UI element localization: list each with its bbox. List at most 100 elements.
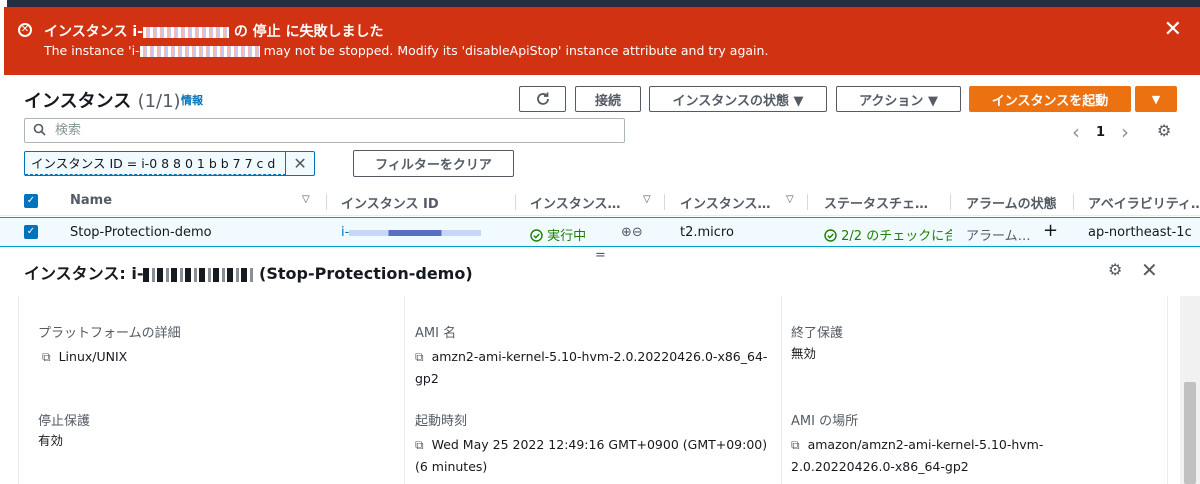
instance-id-prefix: i- <box>341 225 350 240</box>
search-box[interactable] <box>24 118 625 143</box>
platform-details-label: プラットフォームの詳細 <box>38 326 181 341</box>
launch-time-text: Wed May 25 2022 12:49:16 GMT+0900 (GMT+0… <box>415 437 768 474</box>
close-icon[interactable]: ✕ <box>1164 19 1182 41</box>
instance-state-button[interactable]: インスタンスの状態 ▼ <box>649 86 827 112</box>
detail-title-suffix: (Stop-Protection-demo) <box>259 264 473 283</box>
error-alert: ✕ インスタンス i- の 停止 に失敗しました The instance 'i… <box>4 7 1200 75</box>
column-separator[interactable] <box>664 194 665 210</box>
refresh-icon <box>536 92 549 105</box>
ami-name-value: ⧉ amzn2-ami-kernel-5.10-hvm-2.0.20220426.… <box>415 346 775 390</box>
cell-availability-zone: ap-northeast-1c <box>1088 225 1192 240</box>
remove-filter-icon[interactable]: ✕ <box>286 154 314 173</box>
platform-details-text: Linux/UNIX <box>58 349 128 364</box>
launch-time-value: ⧉ Wed May 25 2022 12:49:16 GMT+0900 (GMT+… <box>415 434 775 478</box>
state-text: 実行中 <box>547 229 587 244</box>
next-page-button[interactable]: › <box>1121 120 1129 144</box>
column-separator[interactable] <box>1073 194 1074 210</box>
column-separator[interactable] <box>807 194 808 210</box>
cell-instance-state: 実行中 <box>530 225 586 244</box>
ami-name-label: AMI 名 <box>415 326 457 341</box>
filter-token-text: インスタンス ID = i-0 8 8 0 1 b b 7 7 c d <box>25 152 287 175</box>
stop-protection-label: 停止保護 <box>38 414 91 429</box>
page-title-text: インスタンス <box>24 91 132 112</box>
column-header-alarm-status[interactable]: アラームの状態 <box>966 193 1057 212</box>
filter-token[interactable]: インスタンス ID = i-0 8 8 0 1 b b 7 7 c d ✕ <box>24 151 315 176</box>
close-icon[interactable]: ✕ <box>1141 258 1158 282</box>
redacted-instance-id <box>349 229 482 236</box>
alert-title-suffix: の 停止 に失敗しました <box>233 24 384 40</box>
stop-protection-value: 有効 <box>38 433 64 448</box>
launch-instances-button[interactable]: インスタンスを起動 <box>969 86 1131 112</box>
alert-title-prefix: インスタンス i- <box>44 24 143 40</box>
zoom-icons: ⊕⊖ <box>621 225 643 240</box>
detail-settings-gear-icon[interactable]: ⚙ <box>1108 260 1122 279</box>
detail-title-prefix: インスタンス: i- <box>24 264 144 283</box>
prev-page-button[interactable]: ‹ <box>1072 120 1080 144</box>
table-row[interactable]: ✓ Stop-Protection-demo i- 実行中 ⊕⊖ t2.micr… <box>0 217 1200 247</box>
column-header-instance-id[interactable]: インスタンス ID <box>341 193 439 212</box>
instance-count: (1/1) <box>137 91 181 112</box>
actions-button[interactable]: アクション ▼ <box>836 86 961 112</box>
copy-icon[interactable]: ⧉ <box>791 434 800 456</box>
running-icon <box>530 229 547 244</box>
column-separator[interactable] <box>950 194 951 210</box>
copy-icon[interactable]: ⧉ <box>415 434 424 456</box>
platform-details-value: ⧉ Linux/UNIX <box>42 346 127 368</box>
alert-title: インスタンス i- の 停止 に失敗しました <box>44 21 384 41</box>
copy-icon[interactable]: ⧉ <box>415 346 424 368</box>
sort-icon[interactable]: ▽ <box>786 194 794 205</box>
error-icon: ✕ <box>18 23 32 37</box>
sort-icon[interactable]: ▽ <box>643 194 651 205</box>
alert-message-prefix: The instance 'i- <box>44 43 140 58</box>
clear-filters-button[interactable]: フィルターをクリア <box>353 150 514 177</box>
column-header-availability-zone[interactable]: アベイラビリティ… <box>1088 193 1200 212</box>
column-separator[interactable] <box>326 194 327 210</box>
split-panel-handle[interactable]: = <box>595 248 606 263</box>
zoom-in-icon[interactable]: ⊕ <box>621 225 632 240</box>
select-all-checkbox[interactable]: ✓ <box>24 194 38 208</box>
refresh-button[interactable] <box>519 86 566 112</box>
scrollbar-thumb[interactable] <box>1184 382 1196 484</box>
copy-icon[interactable]: ⧉ <box>42 346 51 368</box>
zoom-out-icon[interactable]: ⊖ <box>632 225 643 240</box>
gear-icon[interactable]: ⚙ <box>1157 121 1171 140</box>
search-icon <box>33 123 46 140</box>
add-alarm-button[interactable]: + <box>1043 220 1058 241</box>
launch-time-label: 起動時刻 <box>415 414 468 429</box>
redacted-instance-id <box>139 46 260 57</box>
column-header-status-check[interactable]: ステータスチェ… <box>824 193 939 212</box>
column-separator[interactable] <box>515 194 516 210</box>
cell-status-check: 2/2 のチェックに合 <box>824 225 952 244</box>
cell-instance-id-link[interactable]: i- <box>341 225 482 240</box>
column-header-instance-state[interactable]: インスタンス… <box>530 193 630 212</box>
pagination: ‹ 1 › <box>1072 120 1129 144</box>
top-strip-corner <box>0 0 7 7</box>
launch-dropdown-button[interactable]: ▼ <box>1135 86 1177 112</box>
termination-protection-label: 終了保護 <box>791 326 844 341</box>
column-divider <box>781 296 782 484</box>
top-nav-strip <box>0 0 1200 7</box>
termination-protection-value: 無効 <box>791 346 817 361</box>
current-page[interactable]: 1 <box>1096 125 1105 140</box>
scrollbar[interactable] <box>1180 296 1200 484</box>
cell-name: Stop-Protection-demo <box>70 225 212 240</box>
row-checkbox[interactable]: ✓ <box>24 225 38 239</box>
page-title: インスタンス (1/1) <box>24 87 181 113</box>
check-passed-icon <box>824 229 841 244</box>
redacted-instance-id <box>143 267 254 282</box>
alert-message: The instance 'i- may not be stopped. Mod… <box>44 43 768 58</box>
cell-instance-type: t2.micro <box>680 225 734 240</box>
search-input[interactable] <box>55 122 615 139</box>
column-header-name[interactable]: Name <box>70 193 112 208</box>
column-divider <box>404 296 405 484</box>
ami-location-label: AMI の場所 <box>791 414 859 429</box>
status-check-text: 2/2 のチェックに合 <box>841 229 952 244</box>
redacted-instance-id <box>142 26 229 38</box>
info-link[interactable]: 情報 <box>181 92 203 108</box>
ami-location-value: ⧉ amazon/amzn2-ami-kernel-5.10-hvm-2.0.20… <box>791 434 1091 478</box>
ami-location-text: amazon/amzn2-ami-kernel-5.10-hvm-2.0.202… <box>791 437 1044 474</box>
detail-title: インスタンス: i- (Stop-Protection-demo) <box>24 260 473 284</box>
connect-button[interactable]: 接続 <box>575 86 641 112</box>
sort-icon[interactable]: ▽ <box>302 194 310 205</box>
column-header-instance-type[interactable]: インスタンス… <box>680 193 780 212</box>
